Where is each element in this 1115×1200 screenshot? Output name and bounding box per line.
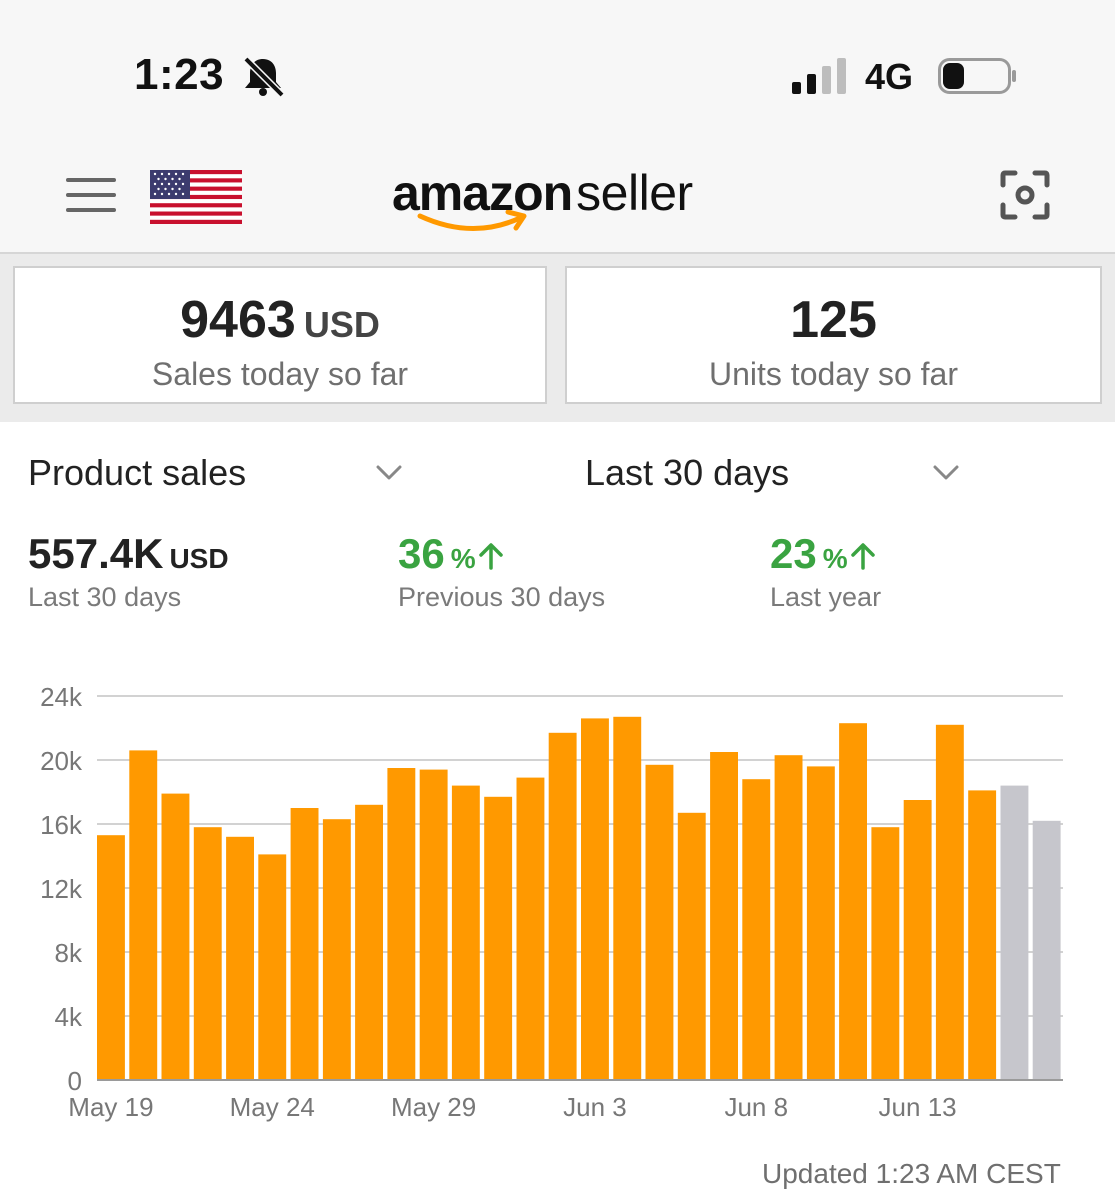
today-stats: 9463 USD Sales today so far 125 Units tod…	[0, 254, 1115, 422]
amazon-seller-logo: amazonseller	[392, 158, 732, 238]
bar	[806, 766, 835, 1080]
bar	[322, 819, 351, 1080]
x-tick-label: Jun 3	[563, 1092, 627, 1122]
bar	[1032, 820, 1061, 1080]
signal-icon	[792, 58, 846, 94]
bar	[451, 785, 480, 1080]
bar	[839, 723, 867, 1080]
last-year-value: 23	[770, 530, 817, 577]
sales-today-value: 9463	[180, 291, 296, 349]
bar	[355, 804, 383, 1080]
chevron-down-icon[interactable]	[375, 464, 403, 482]
y-tick-label: 12k	[40, 874, 83, 904]
y-tick-label: 8k	[55, 938, 83, 968]
y-tick-label: 24k	[40, 682, 83, 712]
total-sales-label: Last 30 days	[28, 582, 182, 612]
bar	[387, 768, 416, 1080]
bar	[903, 800, 932, 1080]
bar	[774, 755, 803, 1080]
amazon-smile-icon	[417, 210, 527, 231]
status-time: 1:23	[134, 50, 225, 99]
signal-bar	[792, 82, 801, 94]
bar	[516, 777, 545, 1080]
units-today-label: Units today so far	[709, 356, 958, 392]
bar	[935, 724, 964, 1080]
sales-today-unit: USD	[303, 304, 380, 345]
last-year-unit: %	[822, 543, 848, 574]
bar	[161, 793, 190, 1080]
bar	[548, 732, 577, 1080]
battery-icon	[938, 58, 1016, 94]
bar	[677, 812, 706, 1080]
units-today-card[interactable]: 125 Units today so far	[565, 266, 1102, 404]
bar	[419, 769, 448, 1080]
x-tick-label: Jun 13	[879, 1092, 957, 1122]
y-tick-label: 16k	[40, 810, 83, 840]
units-today-value: 125	[790, 291, 877, 349]
last-year-label: Last year	[770, 582, 882, 612]
chevron-down-icon[interactable]	[932, 464, 960, 482]
arrow-up-icon	[850, 543, 875, 570]
x-tick-label: May 24	[230, 1092, 315, 1122]
bar	[742, 779, 771, 1080]
metric-dropdown[interactable]: Product sales	[28, 452, 246, 494]
bar	[1000, 785, 1029, 1080]
bar	[129, 750, 158, 1080]
hamburger-icon[interactable]	[66, 178, 116, 212]
prev-period-change: 36%	[398, 530, 504, 578]
total-sales-unit: USD	[169, 543, 229, 574]
bell-slash-icon	[243, 56, 285, 97]
prev-period-value: 36	[398, 530, 445, 577]
updated-timestamp: Updated 1:23 AM CEST	[762, 1158, 1061, 1189]
x-tick-label: Jun 8	[724, 1092, 788, 1122]
bar	[968, 790, 997, 1080]
status-bar: 1:23 4G	[0, 0, 1115, 130]
prev-period-unit: %	[450, 543, 476, 574]
us-flag-icon[interactable]	[150, 170, 242, 224]
bar	[645, 764, 674, 1080]
bar	[193, 827, 222, 1080]
sales-today-label: Sales today so far	[151, 356, 409, 392]
bar	[581, 718, 609, 1080]
bar	[613, 716, 642, 1080]
y-tick-label: 20k	[40, 746, 83, 776]
bar	[290, 808, 319, 1080]
x-tick-label: May 19	[68, 1092, 153, 1122]
sales-today-card[interactable]: 9463 USD Sales today so far	[13, 266, 547, 404]
prev-period-label: Previous 30 days	[398, 582, 606, 612]
bar	[484, 796, 513, 1080]
last-year-change: 23%	[770, 530, 876, 578]
x-tick-label: May 29	[391, 1092, 476, 1122]
logo-word-seller: seller	[576, 165, 693, 221]
signal-bar	[807, 74, 816, 94]
total-sales-value: 557.4K USD	[28, 530, 229, 578]
range-dropdown[interactable]: Last 30 days	[585, 452, 789, 494]
bar	[226, 836, 254, 1080]
y-tick-label: 4k	[55, 1002, 83, 1032]
signal-bar	[822, 66, 831, 94]
network-type: 4G	[865, 56, 914, 97]
bar	[710, 752, 738, 1080]
app-header: amazonseller	[0, 130, 1115, 254]
bar	[97, 835, 125, 1080]
sales-bar-chart: 04k8k12k16k20k24kMay 19 May 24 May 29 Jun 3…	[40, 682, 1063, 1122]
bar	[258, 854, 287, 1080]
scan-icon[interactable]	[1000, 170, 1050, 220]
arrow-up-icon	[478, 543, 503, 570]
bar	[871, 827, 900, 1080]
signal-bar	[837, 58, 846, 94]
total-sales-number: 557.4K	[28, 530, 164, 577]
